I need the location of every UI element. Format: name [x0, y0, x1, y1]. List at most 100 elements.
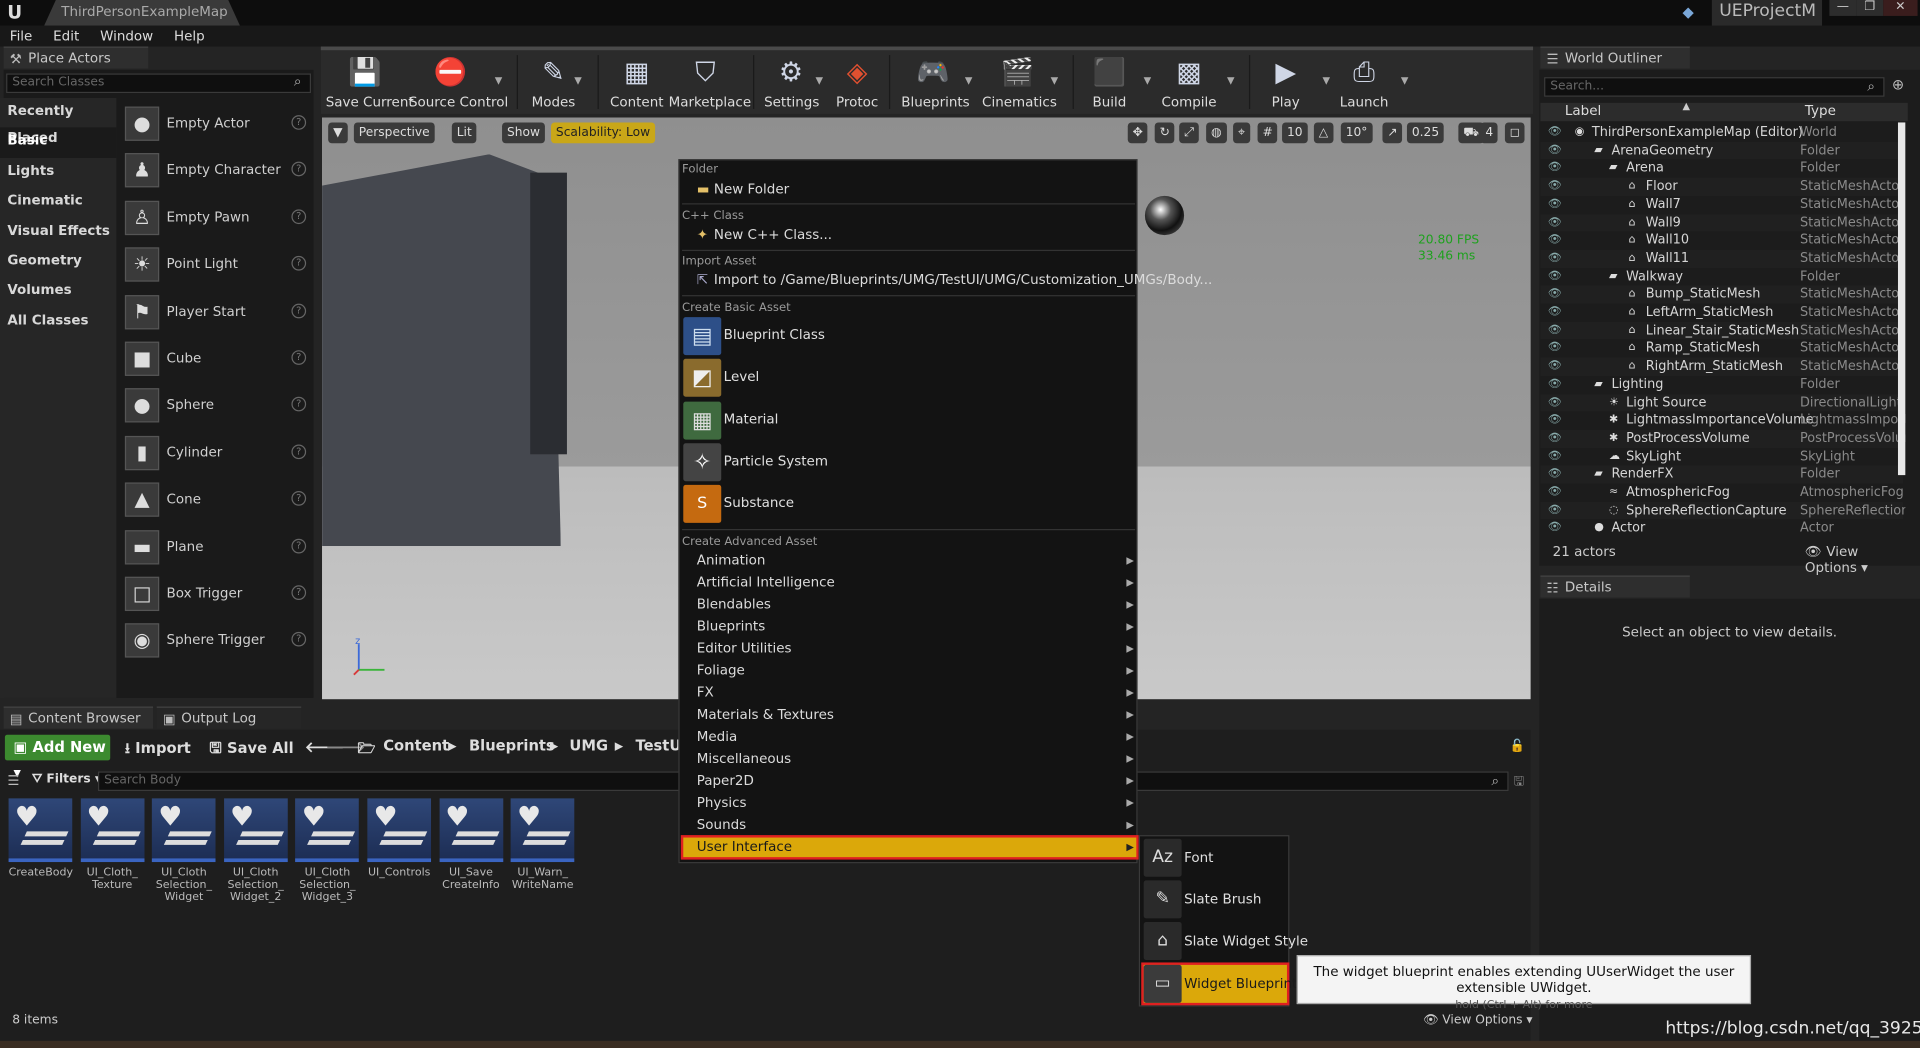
outliner-row[interactable]: 👁 ▰ Lighting Folder: [1540, 376, 1902, 394]
advanced-item-blendables[interactable]: Blendables ▶: [682, 594, 1138, 616]
visibility-eye-icon[interactable]: 👁: [1548, 340, 1562, 358]
outliner-row[interactable]: 👁 ✱ PostProcessVolume PostProcessVolur: [1540, 429, 1905, 448]
advanced-item-media[interactable]: Media ▶: [682, 726, 1138, 748]
outliner-row[interactable]: 👁 ☀ Light Source DirectionalLight: [1540, 393, 1903, 412]
advanced-item-paper2d[interactable]: Paper2D ▶: [682, 770, 1138, 792]
visibility-eye-icon[interactable]: 👁: [1548, 466, 1562, 484]
category-basic[interactable]: Basic: [0, 127, 117, 158]
advanced-item-fx[interactable]: FX ▶: [682, 682, 1138, 704]
maximize-button[interactable]: ❐: [1856, 0, 1884, 16]
outliner-scrollbar[interactable]: [1897, 122, 1906, 476]
visibility-eye-icon[interactable]: 👁: [1548, 394, 1562, 412]
category-recently-placed[interactable]: Recently Placed: [0, 98, 116, 146]
play-button[interactable]: ▶ Play: [1259, 50, 1313, 114]
chevron-down-icon[interactable]: ▼: [965, 75, 973, 86]
menu-file[interactable]: File: [0, 26, 43, 47]
grid-size-value[interactable]: 10: [1282, 122, 1308, 144]
actor-empty-actor[interactable]: ● Empty Actor?: [122, 103, 311, 150]
outliner-row[interactable]: 👁 ● Actor Actor: [1540, 520, 1902, 538]
add-new-button[interactable]: ▣ Add New ▾: [4, 734, 111, 781]
close-button[interactable]: ✕: [1883, 0, 1918, 16]
content-button[interactable]: ▦ Content: [610, 50, 664, 114]
save-current-button[interactable]: 💾 Save Current: [326, 50, 414, 114]
asset-tile[interactable]: ♥ UI_Cloth Selection_ Widget_2: [223, 798, 288, 908]
scale-icon[interactable]: ⤢: [1179, 122, 1199, 144]
chevron-down-icon[interactable]: ▼: [495, 75, 503, 86]
cb-view-options-button[interactable]: 👁 View Options ▾: [1423, 1014, 1533, 1027]
outliner-row[interactable]: 👁 ≈ AtmosphericFog AtmosphericFog: [1540, 484, 1904, 502]
breadcrumb-content[interactable]: Content: [383, 737, 449, 754]
advanced-item-foliage[interactable]: Foliage ▶: [682, 660, 1138, 682]
import-to-item[interactable]: ⇱ Import to /Game/Blueprints/UMG/TestUI/U…: [697, 272, 1213, 288]
font-item[interactable]: Aᴢ Font: [1142, 838, 1288, 878]
rotation-snap-icon[interactable]: △: [1313, 122, 1334, 144]
save-all-button[interactable]: 🖫 Save All: [209, 737, 293, 763]
level-item[interactable]: ◩ Level: [682, 358, 1138, 398]
view-options-button[interactable]: 👁 View Options ▾: [1805, 544, 1908, 576]
output-log-tab[interactable]: ▣ Output Log: [156, 706, 302, 729]
visibility-eye-icon[interactable]: 👁: [1548, 304, 1562, 322]
actor-empty-pawn[interactable]: ♙ Empty Pawn?: [122, 197, 311, 244]
document-tab[interactable]: ThirdPersonExampleMap: [44, 0, 241, 26]
lit-button[interactable]: Lit: [451, 122, 477, 144]
outliner-row[interactable]: 👁 ☁ SkyLight SkyLight: [1540, 448, 1902, 466]
advanced-item-materials-textures[interactable]: Materials & Textures ▶: [682, 704, 1138, 726]
category-geometry[interactable]: Geometry: [0, 247, 116, 277]
actor-point-light[interactable]: ☀ Point Light?: [122, 244, 311, 291]
lock-icon[interactable]: 🔓: [1510, 740, 1525, 753]
sources-panel-icon[interactable]: ☰: [7, 773, 19, 789]
help-icon[interactable]: ?: [291, 491, 307, 506]
world-space-icon[interactable]: ◍: [1206, 122, 1227, 144]
rotation-snap-value[interactable]: 10°: [1340, 122, 1373, 144]
reflection-sphere[interactable]: [1144, 195, 1185, 236]
chevron-down-icon[interactable]: ▼: [1051, 75, 1059, 86]
asset-tile[interactable]: ♥ UI_Cloth Selection_ Widget_3: [295, 798, 360, 908]
visibility-eye-icon[interactable]: 👁: [1548, 124, 1562, 142]
outliner-row[interactable]: 👁 ⌂ LeftArm_StaticMesh StaticMeshActor: [1540, 304, 1905, 322]
outliner-row[interactable]: 👁 ✱ LightmassImportanceVolume LightmassImpo…: [1540, 412, 1906, 430]
visibility-eye-icon[interactable]: 👁: [1548, 484, 1562, 502]
content-browser-tab[interactable]: ▤ Content Browser: [3, 706, 154, 729]
actor-sphere-trigger[interactable]: ◉ Sphere Trigger?: [122, 620, 311, 667]
material-item[interactable]: ▦ Material: [682, 400, 1138, 440]
actor-empty-character[interactable]: ♟ Empty Character?: [122, 149, 311, 196]
visibility-eye-icon[interactable]: 👁: [1548, 160, 1562, 178]
visibility-eye-icon[interactable]: 👁: [1548, 286, 1562, 304]
outliner-row[interactable]: 👁 ▰ Walkway Folder: [1540, 268, 1902, 286]
advanced-item-sounds[interactable]: Sounds ▶: [682, 814, 1138, 836]
help-icon[interactable]: ?: [291, 115, 307, 130]
help-icon[interactable]: ?: [291, 303, 307, 319]
outliner-row[interactable]: 👁 ▰ RenderFX Folder: [1540, 465, 1903, 484]
visibility-eye-icon[interactable]: 👁: [1548, 142, 1562, 160]
translate-icon[interactable]: ✥: [1127, 122, 1148, 144]
asset-tile[interactable]: ♥ UI_Warn_ WriteName: [510, 798, 575, 908]
new-folder-item[interactable]: ▬ New Folder: [697, 181, 789, 197]
grid-snap-icon[interactable]: #: [1257, 122, 1278, 144]
help-icon[interactable]: ?: [291, 585, 307, 601]
actor-sphere[interactable]: ● Sphere?: [122, 384, 311, 431]
visibility-eye-icon[interactable]: 👁: [1548, 520, 1562, 538]
launch-button[interactable]: ⎙ Launch: [1337, 50, 1391, 114]
outliner-row[interactable]: 👁 ⌂ Linear_Stair_StaticMesh StaticMeshActor: [1540, 321, 1904, 340]
maximize-viewport-icon[interactable]: ◻: [1504, 122, 1525, 144]
visibility-eye-icon[interactable]: 👁: [1548, 268, 1562, 286]
chevron-down-icon[interactable]: ▼: [1401, 75, 1409, 86]
visibility-eye-icon[interactable]: 👁: [1548, 376, 1562, 394]
perspective-button[interactable]: Perspective: [353, 122, 435, 144]
import-button[interactable]: ⭳ Import: [125, 737, 191, 763]
category-visual-effects[interactable]: Visual Effects: [0, 217, 116, 247]
visibility-eye-icon[interactable]: 👁: [1548, 448, 1562, 466]
blueprints-button[interactable]: 🎮 Blueprints: [901, 50, 969, 114]
help-icon[interactable]: ?: [291, 538, 307, 554]
asset-tile[interactable]: ♥ UI_Controls: [367, 798, 432, 908]
visibility-eye-icon[interactable]: 👁: [1548, 232, 1562, 250]
actor-box-trigger[interactable]: □ Box Trigger?: [122, 573, 311, 620]
col-type[interactable]: Type: [1805, 103, 1836, 119]
new-cpp-class-item[interactable]: ✦ New C++ Class...: [697, 227, 832, 243]
visibility-eye-icon[interactable]: 👁: [1548, 412, 1562, 430]
details-tab[interactable]: ☷ Details: [1540, 575, 1690, 598]
advanced-item-miscellaneous[interactable]: Miscellaneous ▶: [682, 748, 1138, 770]
outliner-row[interactable]: 👁 ⌂ Wall10 StaticMeshActor: [1540, 232, 1905, 250]
viewport-options-button[interactable]: ▼: [328, 122, 348, 144]
category-cinematic[interactable]: Cinematic: [0, 188, 116, 218]
